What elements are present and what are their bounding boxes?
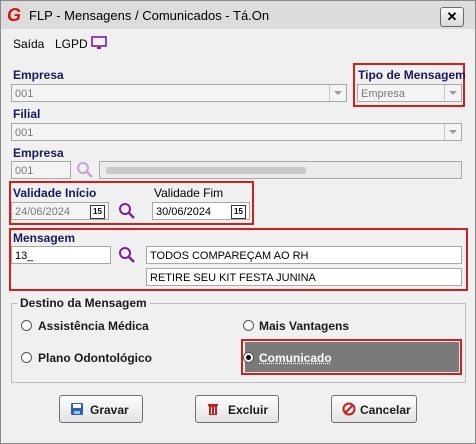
mensagem-line1-text: TODOS COMPAREÇAM AO RH [150, 250, 309, 262]
window-title: FLP - Mensagens / Comunicados - Tá.On [29, 8, 270, 23]
excluir-label: Excluir [228, 403, 269, 417]
radio-mais-vantagens[interactable] [243, 320, 254, 331]
redacted-text [106, 167, 306, 174]
mensagem-line2[interactable]: RETIRE SEU KIT FESTA JUNINA [146, 268, 462, 286]
radio-comunicado[interactable] [243, 352, 254, 363]
radio-plano-odontologico[interactable] [21, 352, 32, 363]
radio-comunicado-label[interactable]: Comunicado [259, 351, 332, 365]
save-icon [71, 403, 83, 415]
app-logo-icon: G [7, 5, 22, 25]
mensagem-line2-text: RETIRE SEU KIT FESTA JUNINA [150, 272, 316, 284]
empresa2-value: 001 [15, 165, 34, 177]
radio-mais-vantagens-label[interactable]: Mais Vantagens [259, 319, 349, 333]
menu-lgpd[interactable]: LGPD [55, 37, 88, 51]
gravar-button[interactable]: Gravar [59, 395, 143, 423]
calendar-icon[interactable]: 15 [90, 205, 105, 219]
validade-inicio-label: Validade Início [13, 186, 97, 200]
title-bar: G FLP - Mensagens / Comunicados - Tá.On … [1, 1, 475, 29]
chevron-down-icon[interactable] [329, 85, 346, 101]
mensagem-code-field[interactable]: 13_ [11, 246, 111, 264]
search-icon[interactable] [76, 161, 94, 179]
cancel-icon [342, 402, 356, 416]
mensagem-line1[interactable]: TODOS COMPAREÇAM AO RH [146, 246, 462, 264]
close-button[interactable]: ✕ [440, 7, 464, 27]
excluir-button[interactable]: Excluir [195, 395, 279, 423]
destino-title: Destino da Mensagem [17, 296, 150, 310]
validade-inicio-field[interactable]: 24/06/2024 15 [11, 202, 109, 220]
validade-inicio-value: 24/06/2024 [15, 206, 71, 218]
cancelar-label: Cancelar [360, 403, 411, 417]
tipo-mensagem-combo[interactable]: Empresa [357, 84, 462, 102]
radio-assistencia-medica-label[interactable]: Assistência Médica [38, 319, 149, 333]
main-window: G FLP - Mensagens / Comunicados - Tá.On … [0, 0, 476, 444]
chevron-down-icon[interactable] [444, 124, 461, 140]
tipo-mensagem-label: Tipo de Mensagem [358, 68, 466, 82]
tipo-mensagem-value: Empresa [361, 88, 406, 100]
menu-bar: Saída LGPD [1, 29, 475, 53]
empresa-label: Empresa [13, 68, 64, 82]
empresa-combo[interactable]: 001 [11, 84, 347, 102]
filial-value: 001 [15, 127, 34, 139]
empresa2-code-field[interactable]: 001 [11, 161, 71, 179]
filial-label: Filial [13, 107, 41, 121]
mensagem-code-value: 13_ [15, 250, 34, 262]
empresa2-label: Empresa [13, 146, 64, 160]
mensagem-label: Mensagem [13, 231, 76, 245]
search-icon[interactable] [118, 246, 136, 264]
chevron-down-icon[interactable] [444, 85, 461, 101]
empresa-value: 001 [15, 88, 34, 100]
validade-fim-label: Validade Fim [154, 186, 224, 200]
radio-assistencia-medica[interactable] [21, 320, 32, 331]
search-icon[interactable] [118, 202, 136, 220]
cancelar-button[interactable]: Cancelar [331, 395, 417, 423]
radio-plano-odontologico-label[interactable]: Plano Odontológico [38, 351, 152, 365]
calendar-icon[interactable]: 15 [231, 205, 246, 219]
menu-saida[interactable]: Saída [13, 37, 44, 51]
monitor-icon[interactable] [91, 36, 107, 50]
validade-fim-value: 30/06/2024 [156, 206, 212, 218]
gravar-label: Gravar [90, 403, 129, 417]
empresa2-name-field [99, 161, 462, 179]
validade-fim-field[interactable]: 30/06/2024 15 [152, 202, 250, 220]
filial-combo[interactable]: 001 [11, 123, 462, 141]
trash-icon [208, 404, 218, 415]
